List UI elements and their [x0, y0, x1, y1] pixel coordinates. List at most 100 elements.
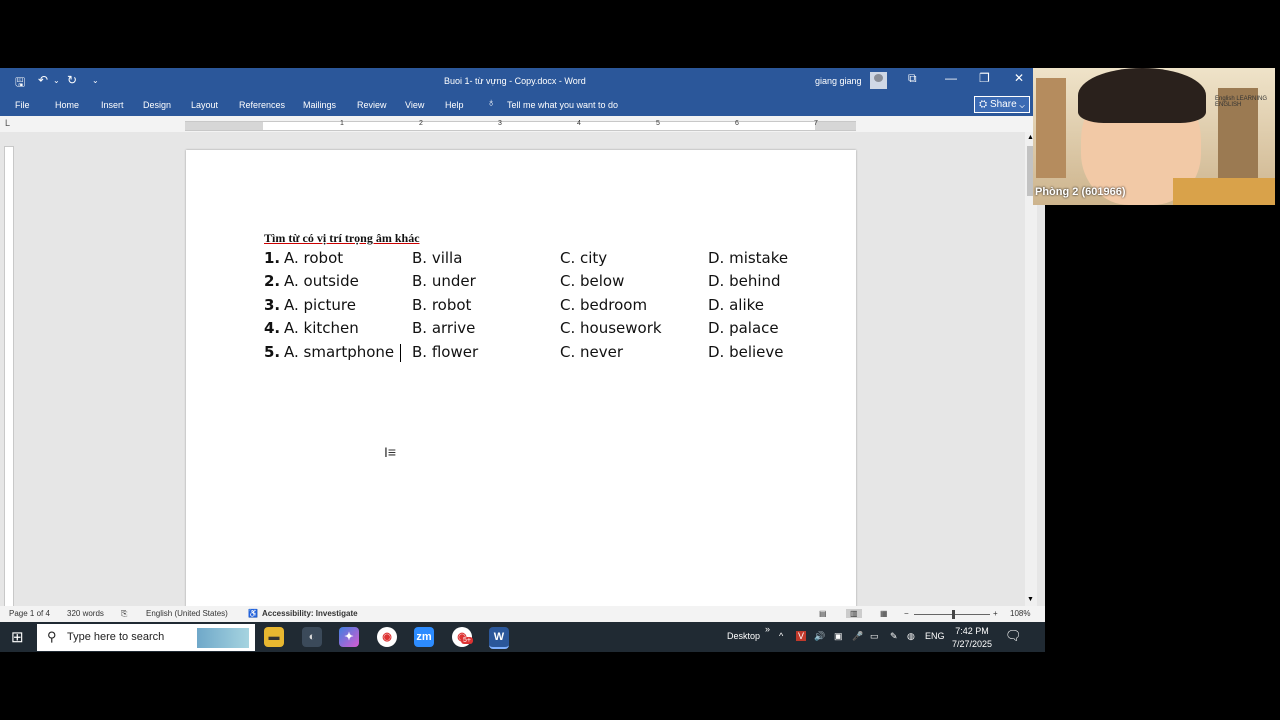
- chrome-icon[interactable]: ◉: [377, 627, 397, 647]
- tab-home[interactable]: Home: [55, 100, 79, 110]
- app-icon[interactable]: ◐: [302, 627, 322, 647]
- question-number: 3.: [264, 296, 281, 314]
- zoom-level[interactable]: 108%: [1010, 609, 1030, 618]
- horizontal-ruler[interactable]: 1 2 3 4 5 6 7: [185, 120, 856, 131]
- background-sign-text: English LEARNING ENGLISH: [1215, 96, 1268, 108]
- notification-badge: 5+: [461, 637, 473, 644]
- share-button[interactable]: ⛭ Share ⌄: [974, 96, 1030, 113]
- print-layout-icon[interactable]: ▥: [846, 609, 862, 618]
- search-icon: ⚲: [47, 629, 57, 644]
- tell-me-search[interactable]: Tell me what you want to do: [507, 100, 618, 110]
- minimize-icon[interactable]: —: [945, 71, 957, 85]
- web-layout-icon[interactable]: ▦: [880, 609, 888, 618]
- tab-layout[interactable]: Layout: [191, 100, 218, 110]
- scroll-down-icon[interactable]: ▼: [1027, 596, 1034, 603]
- avatar[interactable]: [870, 72, 887, 89]
- clock-date: 7/27/2025: [952, 639, 993, 649]
- tab-file[interactable]: File: [15, 100, 30, 110]
- option-b: B. arrive: [412, 319, 476, 337]
- zoom-in-icon[interactable]: +: [993, 609, 998, 618]
- word-icon[interactable]: W: [489, 627, 509, 649]
- accessibility-icon[interactable]: ♿: [248, 609, 258, 618]
- toolbar-expand-icon[interactable]: »: [765, 624, 770, 634]
- tab-design[interactable]: Design: [143, 100, 171, 110]
- option-d: D. mistake: [708, 249, 789, 267]
- restore-icon[interactable]: ❐: [979, 71, 990, 85]
- option-b: B. robot: [412, 296, 472, 314]
- text-cursor: [400, 344, 401, 362]
- vertical-ruler[interactable]: [4, 146, 14, 608]
- question-number: 2.: [264, 272, 281, 290]
- customize-toolbar-icon[interactable]: ⌄: [92, 76, 99, 85]
- tab-selector-icon[interactable]: L: [5, 118, 10, 128]
- copilot-icon[interactable]: ✦: [339, 627, 359, 647]
- read-mode-icon[interactable]: ▤: [819, 609, 827, 618]
- zoom-slider-thumb[interactable]: [952, 610, 955, 619]
- desktop-toolbar[interactable]: Desktop: [727, 631, 760, 641]
- battery-icon[interactable]: ▭: [870, 631, 879, 642]
- windows-taskbar: ⊞ ⚲ Type here to search ▬ ◐ ✦ ◉ zm ◉ 5+ …: [0, 622, 1045, 652]
- ruler-number: 2: [419, 120, 423, 127]
- option-d: D. believe: [708, 343, 784, 361]
- question-number: 1.: [264, 249, 281, 267]
- tab-references[interactable]: References: [239, 100, 285, 110]
- option-d: D. alike: [708, 296, 764, 314]
- ruler-number: 3: [498, 120, 502, 127]
- input-language[interactable]: ENG: [925, 631, 945, 641]
- bookshelf-left: [1036, 78, 1066, 178]
- ruler-number: 5: [656, 120, 660, 127]
- question-number: 4.: [264, 319, 281, 337]
- title-bar: 🖫 ↶ ⌄ ↻ ⌄ Buoi 1- từ vựng - Copy.docx - …: [0, 68, 1045, 94]
- participant-label: Phòng 2 (601966): [1035, 186, 1126, 198]
- mouse-ibeam-icon: I≡: [384, 444, 397, 460]
- window-title: Buoi 1- từ vựng - Copy.docx - Word: [444, 76, 586, 86]
- tab-view[interactable]: View: [405, 100, 424, 110]
- status-bar: Page 1 of 4 320 words ⎘ English (United …: [0, 606, 1045, 622]
- windows-start-icon[interactable]: ⊞: [11, 628, 24, 646]
- proofing-icon[interactable]: ⎘: [121, 609, 127, 619]
- option-c: C. city: [560, 249, 608, 267]
- participant-hair: [1078, 68, 1206, 123]
- network-icon[interactable]: ◍: [907, 631, 915, 642]
- show-hidden-icons[interactable]: ^: [779, 631, 783, 641]
- microphone-icon[interactable]: 🎤: [852, 631, 863, 642]
- undo-dropdown-icon[interactable]: ⌄: [53, 76, 60, 85]
- page-count[interactable]: Page 1 of 4: [9, 609, 50, 618]
- volume-icon[interactable]: 🔊: [814, 631, 825, 642]
- clock[interactable]: 7:42 PM 7/27/2025: [952, 625, 992, 651]
- camera-icon[interactable]: ▣: [834, 631, 843, 642]
- share-label: Share: [989, 99, 1017, 110]
- redo-icon[interactable]: ↻: [67, 73, 77, 87]
- option-a: A. smartphone: [284, 343, 395, 361]
- option-a: A. robot: [284, 249, 344, 267]
- video-feed[interactable]: English LEARNING ENGLISH Phòng 2 (601966…: [1033, 68, 1275, 205]
- notifications-icon[interactable]: 🗨: [1005, 628, 1022, 644]
- save-icon[interactable]: 🖫: [15, 73, 25, 94]
- vivaldi-tray-icon[interactable]: V: [796, 631, 807, 641]
- ruler-number: 4: [577, 120, 581, 127]
- undo-icon[interactable]: ↶: [38, 73, 48, 87]
- tab-review[interactable]: Review: [357, 100, 387, 110]
- zoom-out-icon[interactable]: −: [904, 609, 909, 618]
- accessibility-status[interactable]: Accessibility: Investigate: [262, 609, 358, 618]
- tab-insert[interactable]: Insert: [101, 100, 124, 110]
- pen-icon[interactable]: ✎: [890, 631, 898, 642]
- option-a: A. kitchen: [284, 319, 359, 337]
- search-highlight-icon: [197, 628, 249, 648]
- zoom-app-icon[interactable]: zm: [414, 627, 434, 647]
- search-placeholder: Type here to search: [67, 631, 165, 643]
- taskbar-search[interactable]: ⚲ Type here to search: [37, 624, 255, 651]
- ribbon-display-icon[interactable]: ⧉: [908, 71, 917, 86]
- tab-mailings[interactable]: Mailings: [303, 100, 336, 110]
- tab-help[interactable]: Help: [445, 100, 464, 110]
- file-explorer-icon[interactable]: ▬: [264, 627, 284, 647]
- language-status[interactable]: English (United States): [146, 609, 228, 618]
- close-icon[interactable]: ✕: [1014, 71, 1024, 85]
- word-count[interactable]: 320 words: [67, 609, 104, 618]
- ruler-number: 7: [814, 120, 818, 127]
- option-a: A. picture: [284, 296, 356, 314]
- option-c: C. never: [560, 343, 624, 361]
- user-name[interactable]: giang giang: [815, 76, 862, 86]
- option-d: D. behind: [708, 272, 781, 290]
- document-page[interactable]: Tìm từ có vị trí trọng âm khác 1. A. rob…: [186, 150, 856, 610]
